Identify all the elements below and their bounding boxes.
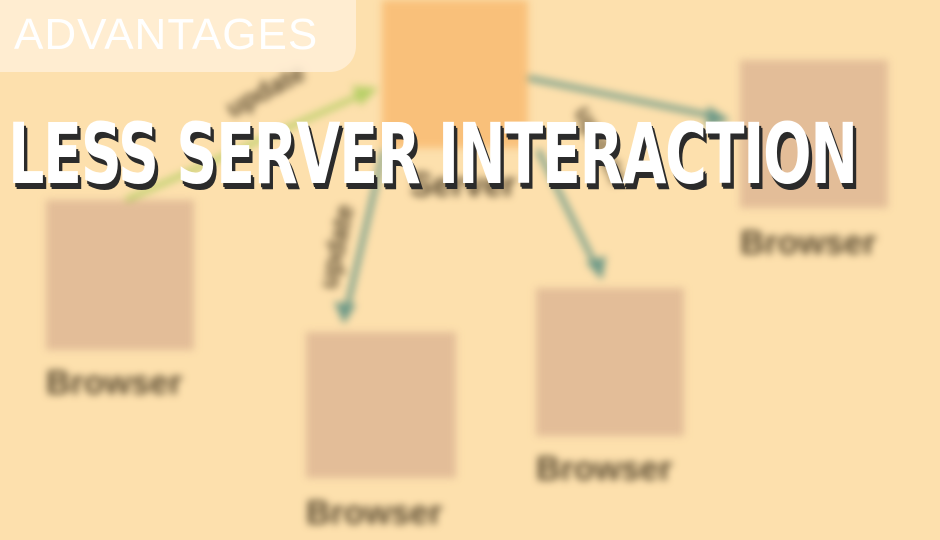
background-diagram: Server Browser Browser Browser Browser u… <box>0 0 940 540</box>
browser-label-left: Browser <box>46 364 182 402</box>
arrowhead-bottom-center <box>334 302 356 324</box>
browser-box-bottom-right <box>536 288 684 436</box>
section-badge-text: ADVANTAGES <box>14 10 319 59</box>
slide: Server Browser Browser Browser Browser u… <box>0 0 940 540</box>
browser-label-top-right: Browser <box>740 224 876 262</box>
browser-label-bottom-right: Browser <box>536 450 672 488</box>
browser-box-bottom-center <box>306 332 456 478</box>
diagram-svg: Server Browser Browser Browser Browser u… <box>46 0 888 532</box>
browser-box-left <box>46 200 194 350</box>
section-badge: ADVANTAGES <box>0 0 356 72</box>
headline: LESS SERVER INTERACTION <box>8 105 858 203</box>
arrowhead-bottom-right <box>586 256 606 280</box>
browser-label-bottom-center: Browser <box>306 494 442 532</box>
